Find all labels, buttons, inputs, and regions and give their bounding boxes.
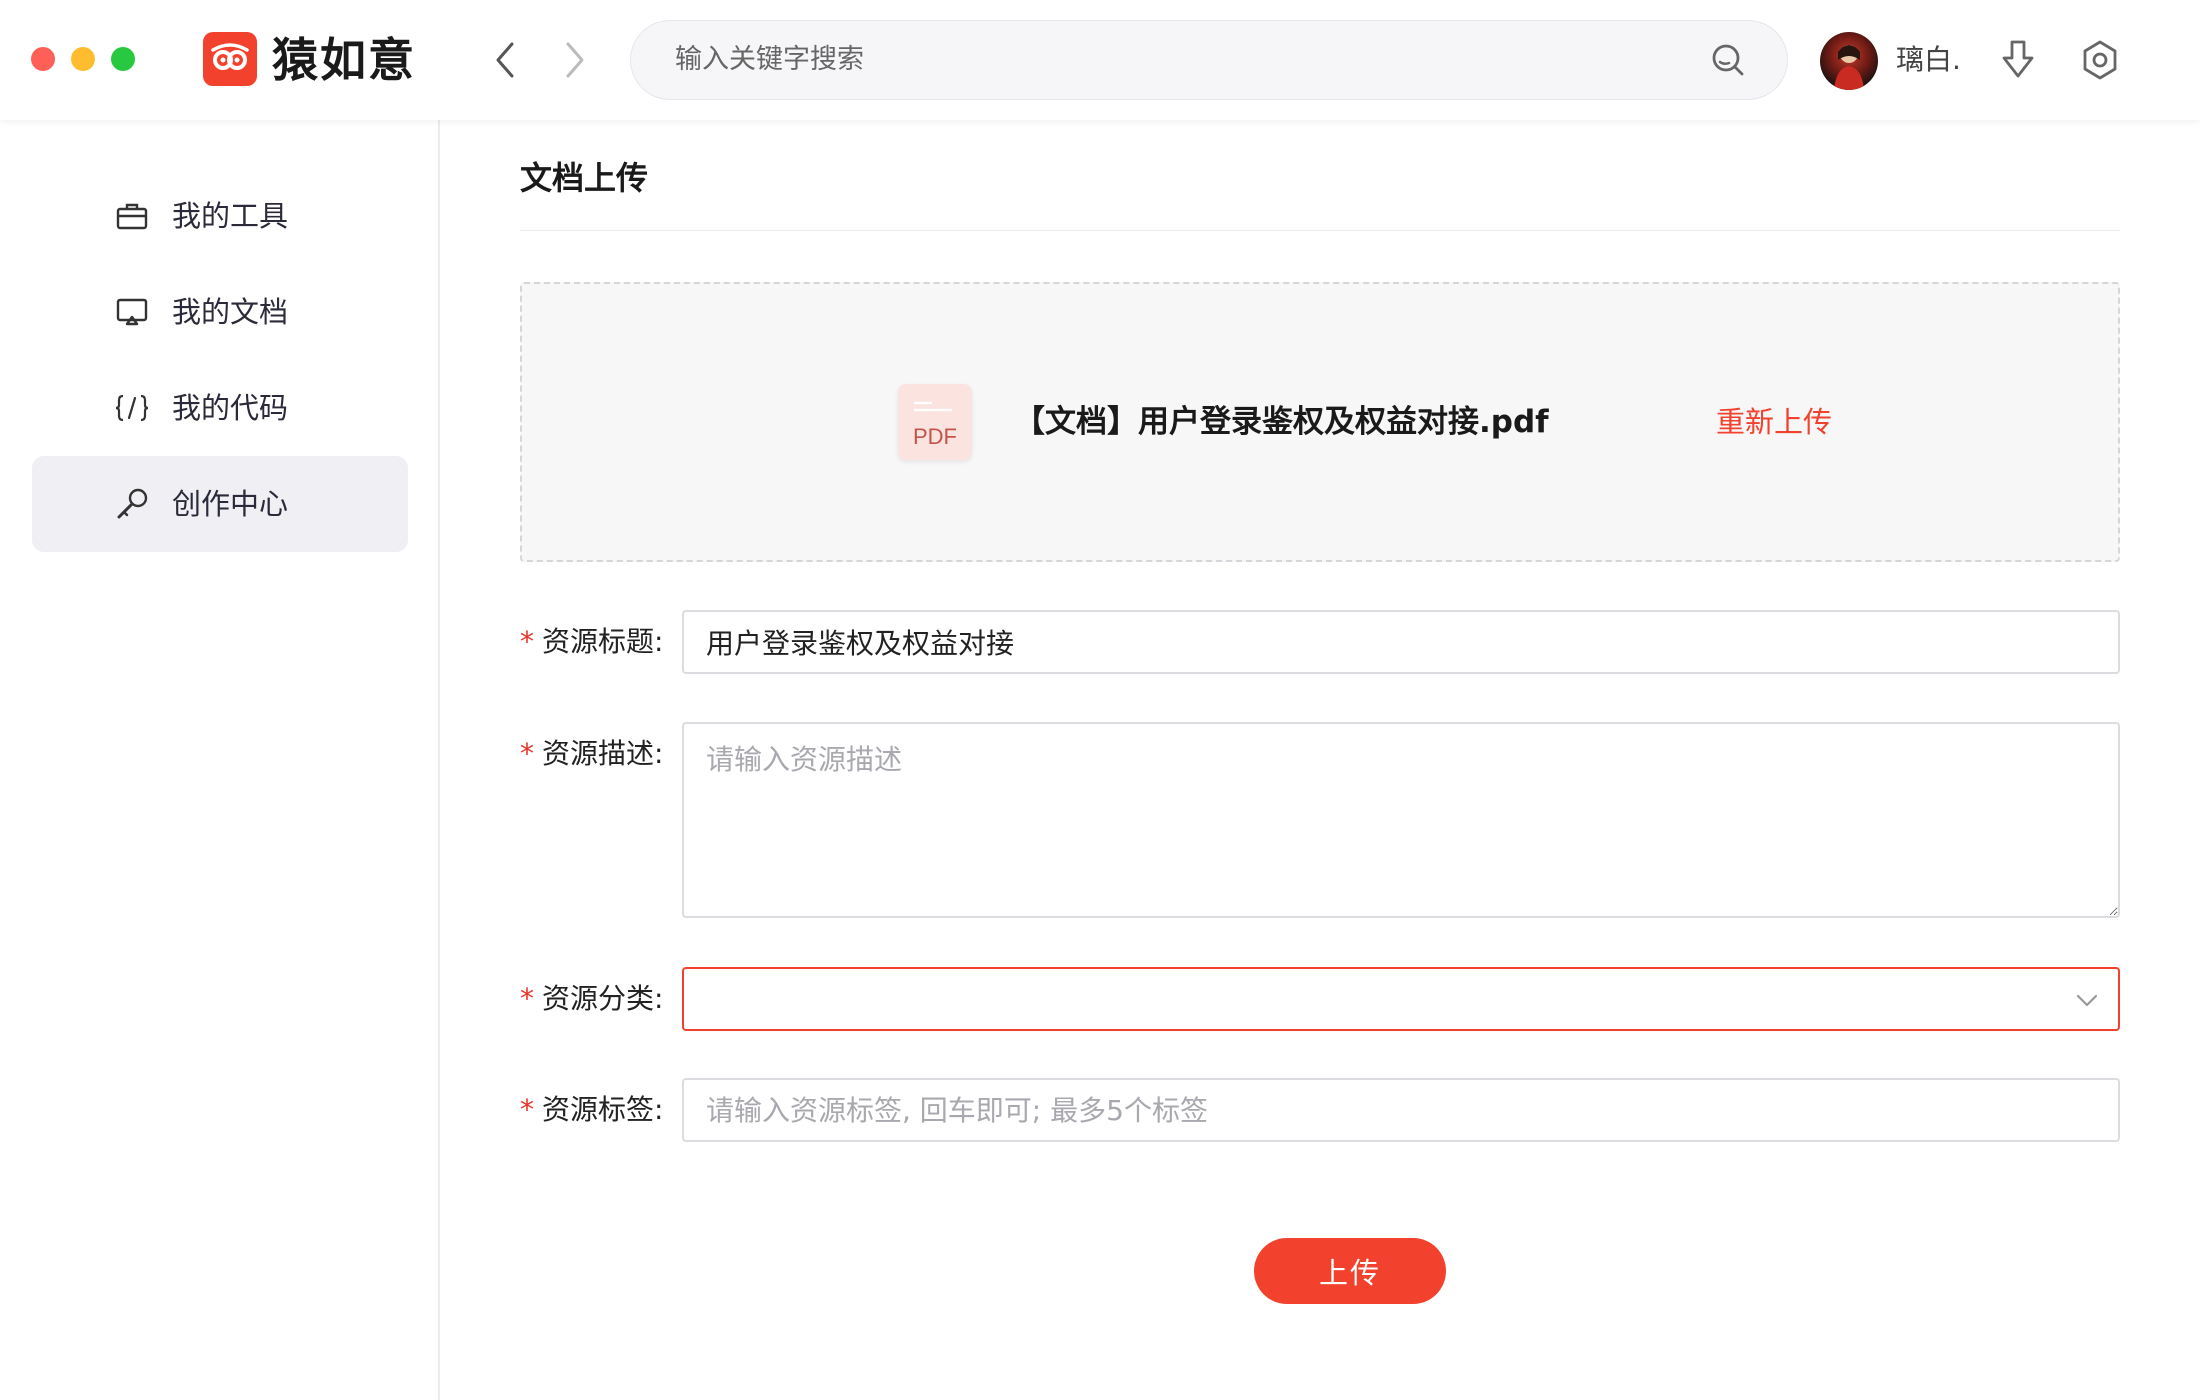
- window-minimize-button[interactable]: [71, 47, 95, 71]
- sidebar-item-code[interactable]: 我的代码: [32, 360, 408, 456]
- reupload-link[interactable]: 重新上传: [1716, 400, 1832, 444]
- category-label: * 资源分类:: [520, 982, 664, 1015]
- title-input[interactable]: [682, 610, 2120, 674]
- sidebar-item-label: 创作中心: [172, 487, 289, 521]
- page-title: 文档上传: [520, 159, 649, 197]
- sidebar: 我的工具 我的文档 我的代码 创作中心: [0, 120, 440, 1400]
- username[interactable]: 璃白.: [1896, 40, 1961, 80]
- required-mark: *: [520, 625, 534, 658]
- app-logo-icon: [203, 32, 257, 86]
- sidebar-item-label: 我的代码: [172, 391, 289, 425]
- upload-submit-button[interactable]: 上传: [1254, 1238, 1446, 1304]
- document-screen-icon: [114, 294, 150, 330]
- top-bar: 猿如意 璃白.: [0, 0, 2200, 120]
- tags-label: * 资源标签:: [520, 1093, 664, 1126]
- description-label: * 资源描述:: [520, 737, 664, 770]
- pdf-file-type-label: PDF: [913, 424, 957, 449]
- tags-input[interactable]: [682, 1078, 2120, 1142]
- window-close-button[interactable]: [31, 47, 55, 71]
- app-name: 猿如意: [272, 33, 416, 87]
- forward-arrow-icon[interactable]: [555, 38, 595, 82]
- category-select[interactable]: [682, 967, 2120, 1031]
- sidebar-item-label: 我的文档: [172, 295, 289, 329]
- avatar[interactable]: [1820, 32, 1878, 90]
- title-label: * 资源标题:: [520, 625, 664, 658]
- search-icon[interactable]: [1709, 41, 1747, 83]
- sidebar-item-tools[interactable]: 我的工具: [32, 168, 408, 264]
- required-mark: *: [520, 982, 534, 1015]
- sidebar-item-documents[interactable]: 我的文档: [32, 264, 408, 360]
- uploaded-file-name: 【文档】用户登录鉴权及权益对接.pdf: [1014, 404, 1549, 440]
- wrench-icon: [114, 486, 150, 522]
- sidebar-item-creation-center[interactable]: 创作中心: [32, 456, 408, 552]
- title-divider: [520, 230, 2120, 231]
- code-braces-icon: [114, 390, 150, 426]
- description-textarea[interactable]: [682, 722, 2120, 918]
- search-input[interactable]: [675, 21, 1675, 98]
- toolbox-icon: [114, 198, 150, 234]
- upload-dropzone[interactable]: PDF 【文档】用户登录鉴权及权益对接.pdf 重新上传: [520, 282, 2120, 562]
- window-maximize-button[interactable]: [111, 47, 135, 71]
- settings-icon[interactable]: [2078, 38, 2122, 86]
- main-content: 文档上传 PDF 【文档】用户登录鉴权及权益对接.pdf 重新上传 * 资源标题:…: [440, 120, 2200, 1400]
- pdf-file-icon: PDF: [898, 384, 972, 460]
- sidebar-item-label: 我的工具: [172, 199, 289, 233]
- search-bar: [630, 20, 1788, 100]
- chevron-down-icon: [2074, 987, 2100, 1020]
- required-mark: *: [520, 1093, 534, 1126]
- download-icon[interactable]: [1998, 38, 2038, 86]
- required-mark: *: [520, 737, 534, 770]
- back-arrow-icon[interactable]: [485, 38, 525, 82]
